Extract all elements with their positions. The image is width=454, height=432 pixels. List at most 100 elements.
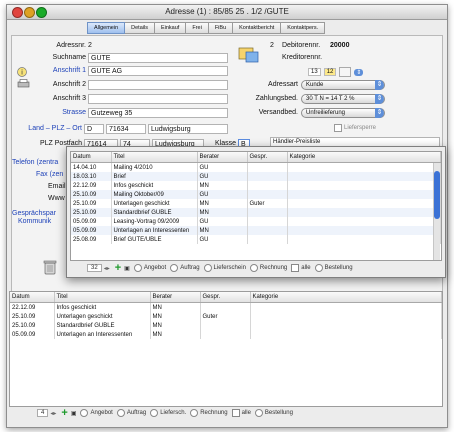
title-bar[interactable]: Adresse (1) : 85/85 25 . 1/2 /GUTE [7,5,447,20]
popup-scroll-thumb[interactable] [434,171,440,219]
cell-kategorie [250,330,442,339]
land-plz-ort-label[interactable]: Land – PLZ – Ort [12,125,82,132]
column-datum[interactable]: Datum [71,152,112,163]
radio-angebot[interactable]: Angebot [133,264,166,272]
cell-datum: 25.08.09 [71,235,112,244]
table-row[interactable]: 25.10.09 Unterlagen geschickt MN Guter [71,199,441,208]
cell-datum: 14.04.10 [71,162,112,172]
copy-icon[interactable]: ▣ [124,265,130,272]
column-gespr[interactable]: Gespr. [200,292,251,303]
column-berater[interactable]: Berater [197,152,248,163]
radio-bestellung-label: Bestellung [264,410,293,416]
table-row[interactable]: 25.10.09 Standardbrief GUBLE MN [71,208,441,217]
land-field[interactable]: D [84,124,104,134]
cell-datum: 25.10.09 [71,199,112,208]
column-titel[interactable]: Titel [111,152,198,163]
counter-one: 13 [308,68,321,76]
radio-angebot[interactable]: Angebot [80,409,113,417]
table-row[interactable]: 14.04.10 Mailing 4/2010 GU [71,162,441,172]
versand-popup[interactable]: Unfreilieferung [301,108,385,118]
radio-lieferschein[interactable]: Liefersch. [150,409,186,417]
table-row[interactable]: 25.10.09 Standardbrief GUBLE MN [10,321,442,330]
add-entry-icon[interactable]: + [61,407,67,419]
radio-bestellung[interactable]: Bestellung [314,264,353,272]
table-row[interactable]: 25.08.09 Brief GUTE/UBLE GU [71,235,441,244]
radio-rechnung[interactable]: Rechnung [249,264,287,272]
checkbox-alle[interactable]: alle [291,264,311,272]
popup-table: Datum Titel Berater Gespr. Kategorie 14.… [70,151,442,261]
anschrift3-field[interactable] [88,94,228,104]
strasse-label[interactable]: Strasse [20,109,86,116]
table-row[interactable]: 05.09.09 Unterlagen an Interessenten MN [71,226,441,235]
column-kategorie[interactable]: Kategorie [250,292,442,303]
radio-rechnung[interactable]: Rechnung [190,409,228,417]
table-row[interactable]: 18.03.10 Brief GU [71,172,441,181]
fax-link[interactable]: Fax (zen [36,171,63,178]
ort-field[interactable]: Ludwigsburg [148,124,228,134]
kommunikation-link[interactable]: Kommunik [18,218,51,225]
radio-auftrag[interactable]: Auftrag [116,409,147,417]
radio-lieferschein-label: Liefersch. [160,410,187,416]
table-row[interactable]: 25.10.09 Unterlagen geschickt MN Guter [10,312,442,321]
cell-gespr [247,208,288,217]
tab-allgemein[interactable]: Allgemein [87,22,126,34]
tab-fibu[interactable]: FiBu [208,22,234,34]
tab-details[interactable]: Details [125,22,155,34]
cell-berater: MN [150,312,201,321]
tab-einkauf[interactable]: Einkauf [154,22,187,34]
anschrift1-label[interactable]: Anschrift 1 [20,67,86,74]
status-counters: 13 12 ⇕ [308,67,364,77]
table-row[interactable]: 05.09.09 Unterlagen an Interessenten MN [10,330,442,339]
adressart-popup[interactable]: Kunde [301,80,385,90]
column-datum[interactable]: Datum [10,292,55,303]
column-berater[interactable]: Berater [150,292,201,303]
radio-bestellung[interactable]: Bestellung [254,409,293,417]
cell-berater: MN [197,208,248,217]
cell-datum: 22.12.09 [71,181,112,190]
column-kategorie[interactable]: Kategorie [287,152,441,163]
liefersperre-box[interactable] [334,124,342,132]
liefersperre-checkbox[interactable]: Liefersperre [334,124,376,132]
cell-titel: Infos geschickt [54,302,151,312]
zahlung-popup[interactable]: 30 T N = 14 T 2 % [301,94,385,104]
cell-kategorie [287,172,441,181]
radio-auftrag-label: Auftrag [126,410,147,416]
table-row[interactable]: 22.12.09 Infos geschickt MN [71,181,441,190]
cell-gespr [247,235,288,244]
radio-lieferschein[interactable]: Lieferschein [203,264,246,272]
tab-frei[interactable]: Frei [186,22,209,34]
trash-icon[interactable] [42,258,58,276]
radio-lieferschein-label: Lieferschein [213,265,246,271]
anschrift2-field[interactable] [88,80,228,90]
column-titel[interactable]: Titel [54,292,151,303]
cell-datum: 18.03.10 [71,172,112,181]
cell-berater: MN [197,199,248,208]
tab-kontaktbericht[interactable]: Kontaktbericht [233,22,282,34]
cell-berater: GU [197,172,248,181]
strasse-field[interactable]: Gutzeweg 35 [88,108,228,118]
note-icon[interactable] [339,67,352,77]
tab-kontaktpers[interactable]: Kontaktpers. [281,22,326,34]
anschrift1-field[interactable]: GUTE AG [88,66,228,76]
popup-scrollbar[interactable] [433,163,440,260]
cell-titel: Standardbrief GUBLE [111,208,198,217]
add-entry-icon[interactable]: + [115,262,121,274]
contact-card-icon[interactable] [238,46,260,64]
stepper-icon[interactable]: ◂▸ [104,265,110,272]
stepper-icon[interactable]: ◂▸ [50,410,56,417]
radio-auftrag[interactable]: Auftrag [170,264,200,272]
table-row[interactable]: 25.10.09 Mailing Oktober/09 GU [71,190,441,199]
tab-bar: Allgemein Details Einkauf Frei FiBu Kont… [87,22,326,34]
anschrift2-label: Anschrift 2 [52,81,86,88]
gespraechspartner-link[interactable]: Gesprächspar [12,210,56,217]
checkbox-alle[interactable]: alle [231,409,251,417]
table-row[interactable]: 22.12.09 Infos geschickt MN [10,302,442,312]
plz-field[interactable]: 71634 [106,124,146,134]
stepper-icon[interactable]: ⇕ [354,68,364,76]
suchname-field[interactable]: GUTE [88,53,228,63]
telefon-link[interactable]: Telefon (zentra [12,159,58,166]
cell-kategorie [250,321,442,330]
copy-icon[interactable]: ▣ [71,410,77,417]
table-row[interactable]: 05.09.09 Leasing-Vortrag 09/2009 GU [71,217,441,226]
column-gespr[interactable]: Gespr. [247,152,288,163]
